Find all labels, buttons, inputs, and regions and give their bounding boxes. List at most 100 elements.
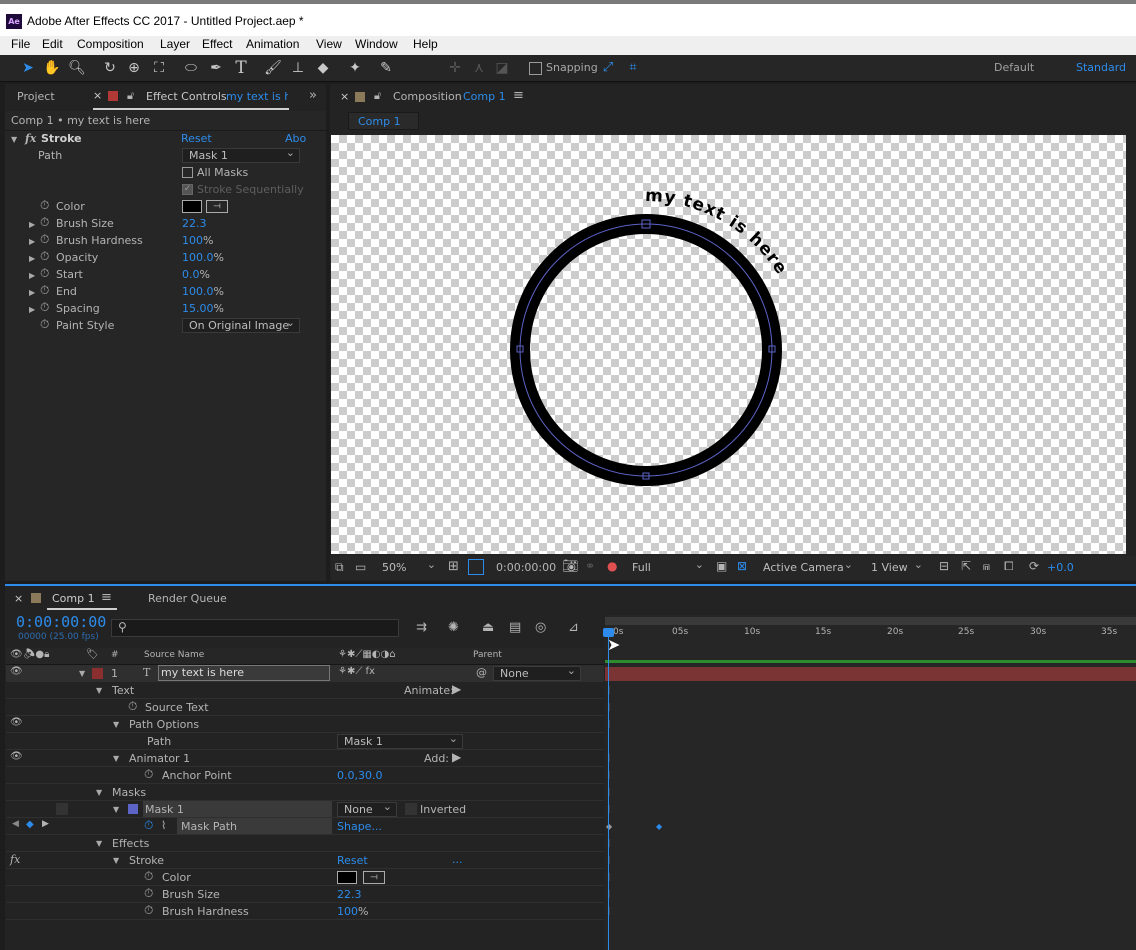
panel-menu-icon[interactable]: ≡: [513, 88, 524, 103]
shy-layers-icon[interactable]: ⏏: [482, 620, 494, 635]
property-row[interactable]: fx ▼ Stroke Reset ...: [6, 852, 604, 869]
stopwatch-icon[interactable]: ⏱: [144, 886, 153, 901]
effect-about-link[interactable]: Abo: [285, 132, 306, 145]
timeline-icon[interactable]: ⩎: [983, 559, 990, 574]
property-row[interactable]: ⏱ Anchor Point 0.0,30.0: [6, 767, 604, 784]
workspace-default[interactable]: Default: [994, 61, 1034, 74]
expand-triangle[interactable]: ▼: [96, 686, 102, 695]
workspace-standard[interactable]: Standard: [1076, 61, 1126, 74]
toggle-mask-icon[interactable]: ⊠: [737, 559, 747, 573]
tab-effect-controls[interactable]: Effect Controls: [146, 90, 227, 103]
snapping-checkbox[interactable]: [529, 62, 542, 75]
layer-label-color[interactable]: [92, 668, 103, 679]
eyedropper-icon[interactable]: ⟞: [206, 200, 228, 213]
snap-features-icon[interactable]: ⌗: [623, 58, 643, 78]
menu-help[interactable]: Help: [413, 37, 438, 51]
selection-tool-icon[interactable]: ➤: [18, 58, 38, 78]
property-row[interactable]: ⏱ Source Text: [6, 699, 604, 716]
color-swatch[interactable]: [182, 200, 202, 213]
brush-size-value[interactable]: 22.3: [337, 888, 362, 901]
fast-preview-icon[interactable]: ⇱: [961, 559, 971, 573]
animate-label[interactable]: Animate:: [404, 684, 454, 697]
tab-comp-name[interactable]: Comp 1: [463, 90, 506, 103]
property-row[interactable]: ⏱ Color ⟞: [6, 869, 604, 886]
fx-icon[interactable]: fx: [25, 132, 36, 145]
stroke-sequentially-checkbox[interactable]: ✓: [182, 184, 193, 195]
eye-icon[interactable]: 👁︎: [10, 666, 23, 677]
hand-tool-icon[interactable]: ✋: [42, 58, 62, 78]
expand-triangle[interactable]: ▶: [29, 254, 35, 263]
fit-icon[interactable]: ⊞: [448, 559, 459, 574]
tab-composition[interactable]: Composition: [393, 90, 462, 103]
stopwatch-icon[interactable]: ⏱: [40, 249, 49, 264]
snap-edges-icon[interactable]: ⤢: [598, 58, 618, 78]
inverted-checkbox[interactable]: [405, 803, 417, 815]
tab-layer-name[interactable]: my text is h: [226, 90, 288, 103]
rotation-tool-icon[interactable]: ↻: [100, 58, 120, 78]
stopwatch-icon[interactable]: ⏱: [40, 215, 49, 230]
menu-window[interactable]: Window: [355, 37, 398, 51]
menu-composition[interactable]: Composition: [77, 37, 144, 51]
clone-stamp-tool-icon[interactable]: ⊥: [288, 58, 308, 78]
show-snapshot-icon[interactable]: ⚭: [585, 559, 595, 573]
fx-icon[interactable]: fx: [10, 853, 20, 866]
property-row[interactable]: 👁︎ ▼ Path Options: [6, 716, 604, 733]
stopwatch-icon[interactable]: ⏱: [40, 232, 49, 247]
path-dropdown[interactable]: Mask 1: [182, 146, 300, 163]
keyframe-marker[interactable]: ◆: [606, 822, 612, 831]
camera-tool-icon[interactable]: ⊕: [124, 58, 144, 78]
layer-expand-triangle[interactable]: ▼: [79, 669, 85, 678]
axis-view-icon[interactable]: ◪: [492, 58, 512, 78]
brush-size-value[interactable]: 22.3: [182, 217, 207, 230]
eye-icon[interactable]: 👁︎: [10, 751, 23, 762]
layer-duration-bar[interactable]: [605, 667, 1136, 681]
camera-snapshot-icon[interactable]: 📷︎: [562, 559, 579, 574]
camera-dropdown[interactable]: Active Camera: [756, 558, 858, 575]
expand-triangle[interactable]: ▼: [113, 805, 119, 814]
property-row[interactable]: ▼ Text Animate: ▶: [6, 682, 604, 699]
add-label[interactable]: Add:: [424, 752, 449, 765]
eraser-tool-icon[interactable]: ◆: [313, 58, 333, 78]
property-row[interactable]: 👁︎ ▼ Animator 1 Add: ▶: [6, 750, 604, 767]
property-row[interactable]: ◀ ◆ ▶ ⏱ ⌇ Mask Path Shape...: [6, 818, 604, 835]
expand-triangle[interactable]: ▼: [113, 856, 119, 865]
effect-reset-link[interactable]: Reset: [337, 854, 368, 867]
brush-hardness-value[interactable]: 100: [182, 234, 203, 247]
close-icon[interactable]: ×: [93, 89, 102, 102]
panel-expand-icon[interactable]: »: [309, 88, 317, 103]
brush-hardness-value[interactable]: 100: [337, 905, 358, 918]
roto-brush-tool-icon[interactable]: ✦: [345, 58, 365, 78]
pickwhip-icon[interactable]: @: [476, 666, 487, 679]
always-preview-icon[interactable]: ⧉: [335, 560, 344, 575]
monitor-icon[interactable]: ▭: [355, 560, 366, 574]
zoom-dropdown[interactable]: 50%: [375, 558, 441, 575]
stopwatch-icon[interactable]: ⏱: [144, 767, 153, 782]
channel-icon[interactable]: ●: [607, 559, 617, 573]
panel-menu-icon[interactable]: ≡: [101, 590, 112, 605]
expand-triangle[interactable]: ▶: [29, 305, 35, 314]
timecode-display[interactable]: 0:00:00:00: [496, 561, 556, 574]
draft-3d-icon[interactable]: ✺: [448, 620, 459, 635]
expand-triangle[interactable]: ▶: [29, 220, 35, 229]
transparency-grid-icon[interactable]: ▣: [716, 559, 727, 573]
axis-world-icon[interactable]: ⋏: [469, 58, 489, 78]
expand-triangle[interactable]: ▼: [113, 720, 119, 729]
paint-style-dropdown[interactable]: On Original Image: [182, 316, 300, 333]
expand-triangle[interactable]: ▶: [29, 288, 35, 297]
mask-mode-dropdown[interactable]: None: [337, 800, 397, 817]
tab-render-queue[interactable]: Render Queue: [148, 592, 227, 605]
time-ruler[interactable]: 0s 05s 10s 15s 20s 25s 30s 35s: [605, 615, 1136, 665]
views-dropdown[interactable]: 1 View: [864, 558, 928, 575]
eyedropper-icon[interactable]: ⟞: [363, 871, 385, 884]
pixel-aspect-icon[interactable]: ⊟: [939, 559, 949, 573]
frame-blending-icon[interactable]: ▤: [509, 620, 521, 635]
axis-local-icon[interactable]: ✛: [445, 58, 465, 78]
tab-timeline-comp[interactable]: Comp 1: [52, 592, 95, 605]
menu-file[interactable]: File: [11, 37, 30, 51]
animate-menu-icon[interactable]: ▶: [452, 682, 461, 696]
property-row[interactable]: ▼ Masks: [6, 784, 604, 801]
eye-icon[interactable]: 👁︎: [10, 717, 23, 728]
brush-tool-icon[interactable]: 🖌︎: [263, 58, 283, 78]
menu-layer[interactable]: Layer: [160, 37, 190, 51]
source-name-header[interactable]: Source Name: [144, 650, 204, 660]
